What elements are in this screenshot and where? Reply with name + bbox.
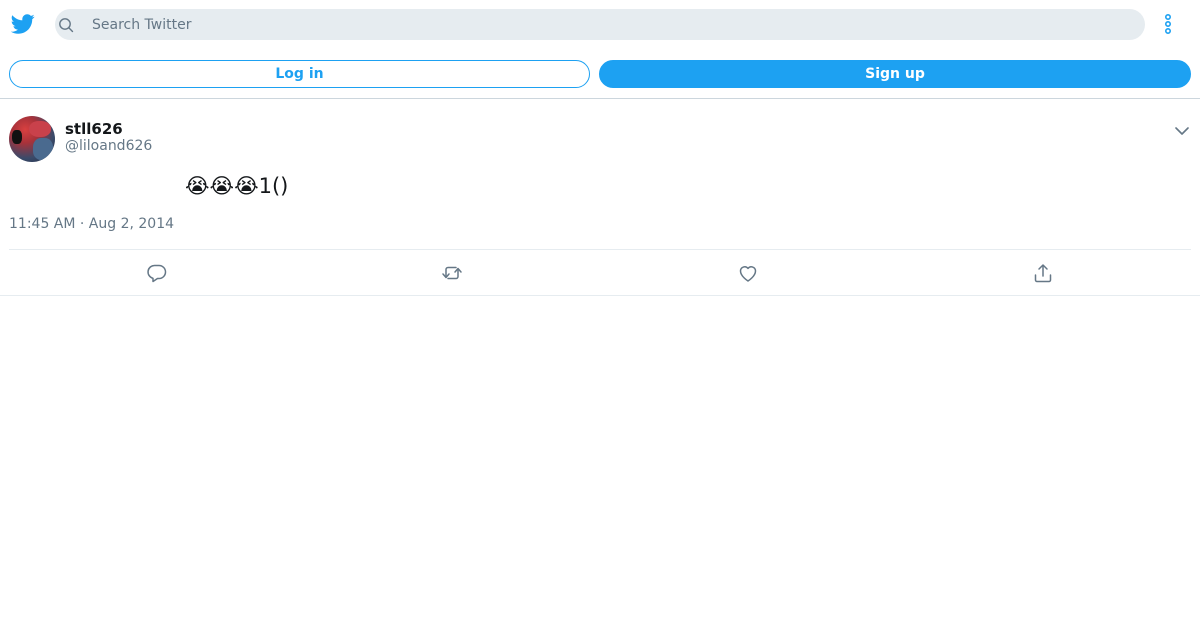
search-input[interactable] bbox=[92, 9, 1132, 40]
share-icon[interactable] bbox=[1032, 262, 1054, 284]
more-vertical-icon[interactable] bbox=[1160, 12, 1176, 36]
tweet-timestamp[interactable]: 11:45 AM · Aug 2, 2014 bbox=[9, 216, 174, 232]
tweet-text: 😭😭😭1() bbox=[185, 174, 289, 198]
search-icon bbox=[59, 18, 74, 33]
auth-buttons: Log in Sign up bbox=[0, 60, 1200, 88]
chevron-down-icon[interactable] bbox=[1174, 123, 1190, 139]
reply-icon[interactable] bbox=[146, 262, 168, 284]
login-button[interactable]: Log in bbox=[9, 60, 590, 88]
twitter-bird-icon[interactable] bbox=[11, 12, 35, 36]
avatar[interactable] bbox=[9, 116, 55, 162]
tweet-actions bbox=[0, 250, 1200, 295]
user-handle[interactable]: @liloand626 bbox=[65, 138, 152, 154]
tweet: stll626 @liloand626 😭😭😭1() 11:45 AM · Au… bbox=[0, 99, 1200, 296]
search-bar[interactable] bbox=[55, 9, 1145, 40]
display-name[interactable]: stll626 bbox=[65, 120, 123, 138]
tweet-bottom-divider bbox=[0, 295, 1200, 296]
like-icon[interactable] bbox=[737, 262, 759, 284]
retweet-icon[interactable] bbox=[441, 262, 463, 284]
top-bar bbox=[0, 0, 1200, 48]
signup-button[interactable]: Sign up bbox=[599, 60, 1191, 88]
